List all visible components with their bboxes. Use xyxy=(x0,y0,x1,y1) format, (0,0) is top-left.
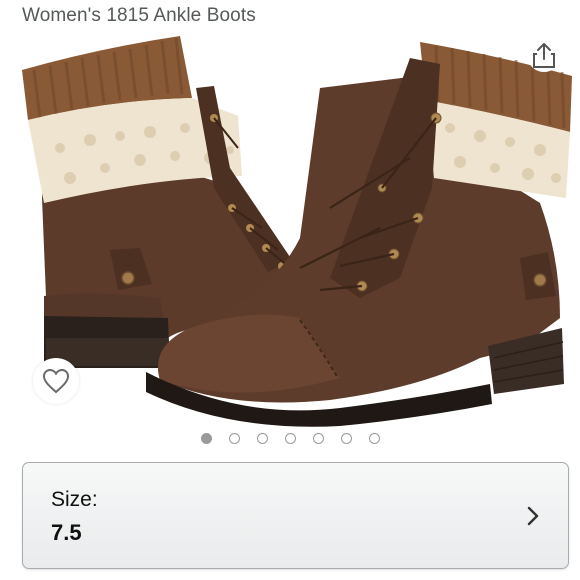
share-icon xyxy=(533,43,555,68)
wishlist-button[interactable] xyxy=(33,358,79,404)
carousel-dot[interactable] xyxy=(284,433,296,444)
size-value: 7.5 xyxy=(51,520,82,545)
share-button[interactable] xyxy=(527,38,561,72)
carousel-dot[interactable] xyxy=(256,433,268,444)
carousel-dot[interactable] xyxy=(340,433,352,444)
carousel-dot[interactable] xyxy=(228,433,240,444)
carousel-dot[interactable] xyxy=(368,433,380,444)
product-title: Women's 1815 Ankle Boots xyxy=(22,5,256,26)
carousel-dot[interactable] xyxy=(200,433,212,444)
product-image[interactable] xyxy=(0,28,580,428)
size-label: Size: xyxy=(51,488,98,511)
carousel-indicator[interactable] xyxy=(0,433,580,447)
size-selector[interactable]: Size: 7.5 xyxy=(22,462,569,569)
heart-icon xyxy=(42,368,70,394)
carousel-dot[interactable] xyxy=(312,433,324,444)
chevron-right-icon xyxy=(527,506,539,526)
